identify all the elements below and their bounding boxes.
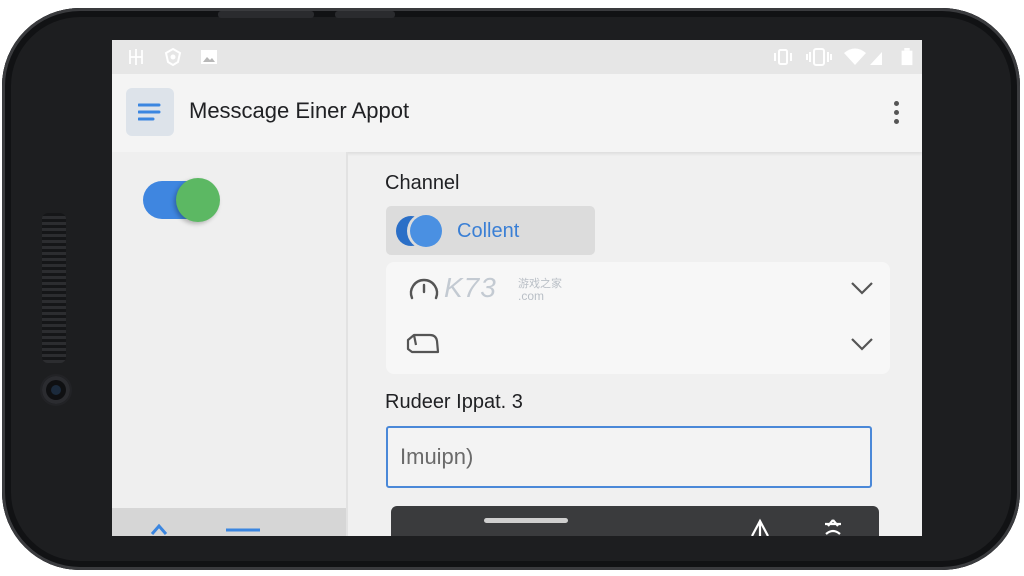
text-input[interactable]: [386, 426, 872, 488]
chevron-down-icon: [851, 282, 873, 295]
app-title: Messcage Einer Appot: [189, 98, 410, 123]
bottom-sheet[interactable]: [391, 506, 879, 536]
overflow-menu-icon[interactable]: [888, 98, 904, 128]
field-label: Rudeer Ippat. 3: [385, 391, 523, 413]
chip-label: Collent: [457, 220, 520, 242]
power-button: [335, 11, 395, 18]
hamburger-menu-icon: [138, 103, 161, 121]
gauge-icon: [409, 278, 439, 300]
channel-label: Channel: [385, 172, 460, 194]
speaker-grille: [42, 213, 66, 363]
wifi-icon: [844, 48, 866, 65]
image-icon: [201, 50, 217, 64]
screen: Messcage Einer Appot Channel Collent K73…: [112, 40, 922, 536]
app-bar: Messcage Einer Appot: [112, 74, 922, 152]
shield-icon: [164, 48, 182, 66]
send-icon[interactable]: [749, 518, 771, 536]
front-camera: [42, 376, 70, 404]
options-card: [386, 262, 890, 374]
toggle-knob: [176, 178, 220, 222]
signal-alt-icon: [129, 49, 143, 65]
cell-signal-icon: [870, 52, 882, 65]
vibrate-mode-icon: [806, 48, 832, 66]
toggle-switch[interactable]: [143, 178, 221, 222]
vibrate-icon: [774, 49, 792, 65]
bottom-nav-icons: [150, 523, 260, 535]
sheet-drag-handle[interactable]: [484, 518, 568, 523]
status-bar: [112, 40, 922, 74]
battery-icon: [901, 48, 913, 66]
list-item[interactable]: [386, 318, 890, 374]
bottom-left-bar: [112, 508, 346, 536]
left-pane: [112, 152, 346, 508]
chevron-down-icon: [851, 338, 873, 351]
list-item[interactable]: [386, 262, 890, 318]
pane-divider: [346, 152, 348, 536]
channel-chip[interactable]: Collent: [386, 206, 595, 255]
car-icon: [406, 333, 440, 354]
volume-button: [218, 11, 314, 18]
chip-toggle-front: [410, 215, 442, 247]
menu-button[interactable]: [126, 88, 174, 136]
upload-icon[interactable]: [822, 518, 844, 536]
